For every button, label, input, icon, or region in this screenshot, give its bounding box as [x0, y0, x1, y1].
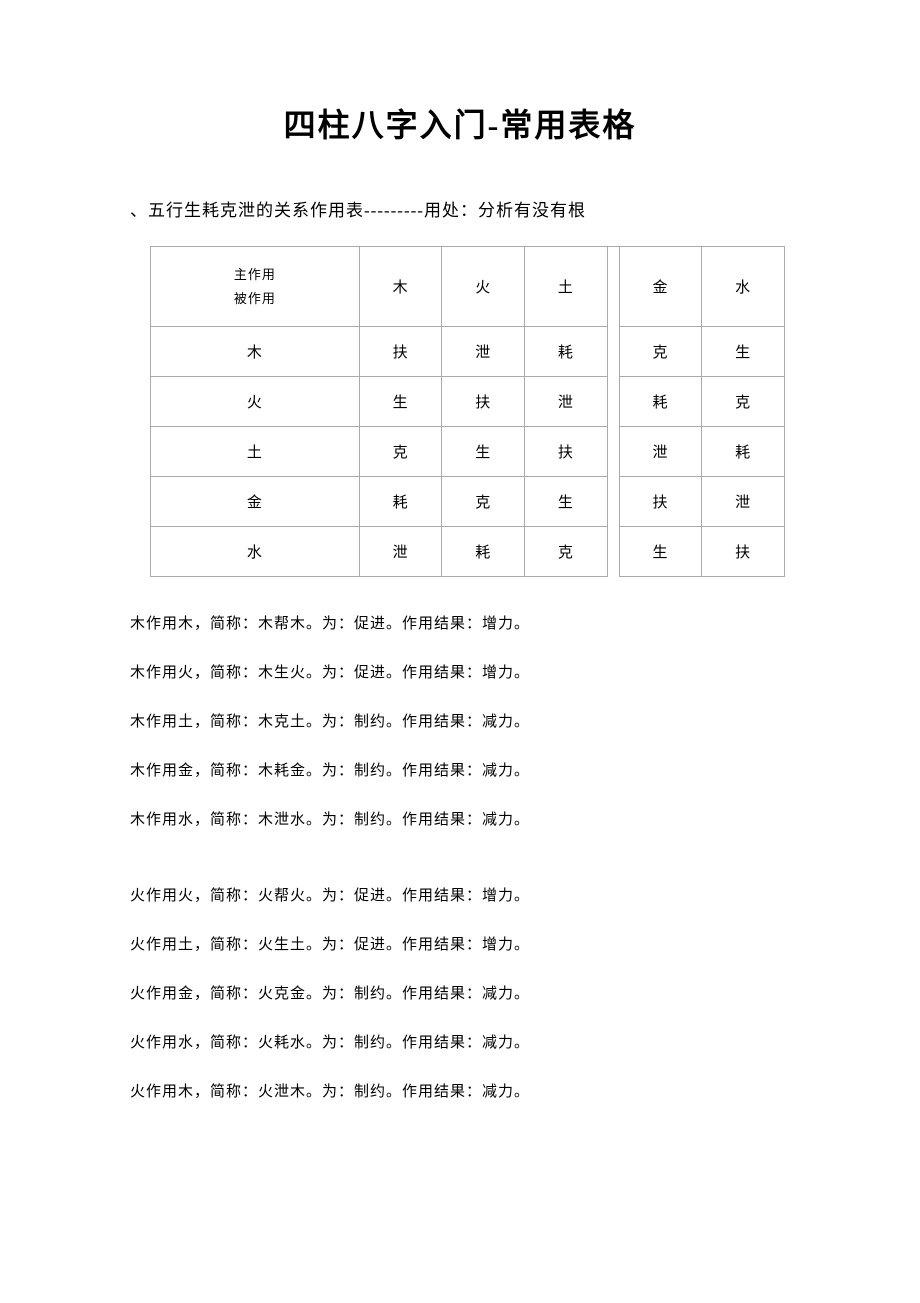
paragraph-block-fire: 火作用火，简称：火帮火。为：促进。作用结果：增力。 火作用土，简称：火生土。为：… [130, 884, 920, 1101]
table-cell: 克 [359, 427, 442, 477]
table-cell: 耗 [702, 427, 785, 477]
gap-cell [607, 327, 619, 377]
paragraph-line: 木作用金，简称：木耗金。为：制约。作用结果：减力。 [130, 759, 920, 780]
table-cell: 克 [619, 327, 702, 377]
table-row: 火 生 扶 泄 耗 克 [151, 377, 785, 427]
table-header-row: 主作用 被作用 木 火 土 金 水 [151, 247, 785, 327]
table-cell: 泄 [619, 427, 702, 477]
table-cell: 耗 [359, 477, 442, 527]
table-cell: 耗 [619, 377, 702, 427]
relations-table: 主作用 被作用 木 火 土 金 水 木 扶 泄 耗 克 生 火 生 扶 泄 耗 … [150, 246, 785, 577]
paragraph-line: 火作用火，简称：火帮火。为：促进。作用结果：增力。 [130, 884, 920, 905]
gap-cell [607, 377, 619, 427]
header-corner-cell: 主作用 被作用 [151, 247, 360, 327]
paragraph-line: 木作用木，简称：木帮木。为：促进。作用结果：增力。 [130, 612, 920, 633]
paragraph-block-wood: 木作用木，简称：木帮木。为：促进。作用结果：增力。 木作用火，简称：木生火。为：… [130, 612, 920, 829]
table-cell: 扶 [525, 427, 608, 477]
paragraph-line: 木作用土，简称：木克土。为：制约。作用结果：减力。 [130, 710, 920, 731]
col-header: 火 [442, 247, 525, 327]
table-cell: 泄 [359, 527, 442, 577]
table-cell: 扶 [359, 327, 442, 377]
table-cell: 生 [619, 527, 702, 577]
paragraph-line: 火作用水，简称：火耗水。为：制约。作用结果：减力。 [130, 1031, 920, 1052]
table-row: 水 泄 耗 克 生 扶 [151, 527, 785, 577]
table-cell: 耗 [442, 527, 525, 577]
col-header: 水 [702, 247, 785, 327]
gap-cell [607, 427, 619, 477]
gap-cell [607, 477, 619, 527]
paragraph-line: 木作用水，简称：木泄水。为：制约。作用结果：减力。 [130, 808, 920, 829]
table-row: 土 克 生 扶 泄 耗 [151, 427, 785, 477]
table-cell: 生 [442, 427, 525, 477]
explanation-paragraphs: 木作用木，简称：木帮木。为：促进。作用结果：增力。 木作用火，简称：木生火。为：… [130, 612, 920, 1101]
table-cell: 生 [525, 477, 608, 527]
table-cell: 泄 [702, 477, 785, 527]
header-line-1: 主作用 [234, 267, 276, 282]
page-title: 四柱八字入门-常用表格 [0, 100, 920, 146]
header-line-2: 被作用 [234, 291, 276, 306]
paragraph-line: 火作用金，简称：火克金。为：制约。作用结果：减力。 [130, 982, 920, 1003]
table-cell: 耗 [525, 327, 608, 377]
gap-cell [607, 247, 619, 327]
col-header: 土 [525, 247, 608, 327]
col-header: 木 [359, 247, 442, 327]
table-cell: 克 [702, 377, 785, 427]
row-label: 木 [151, 327, 360, 377]
table-row: 木 扶 泄 耗 克 生 [151, 327, 785, 377]
table-cell: 生 [359, 377, 442, 427]
col-header: 金 [619, 247, 702, 327]
paragraph-line: 木作用火，简称：木生火。为：促进。作用结果：增力。 [130, 661, 920, 682]
table-cell: 泄 [442, 327, 525, 377]
table-cell: 克 [442, 477, 525, 527]
row-label: 火 [151, 377, 360, 427]
table-cell: 扶 [619, 477, 702, 527]
table-cell: 克 [525, 527, 608, 577]
paragraph-line: 火作用木，简称：火泄木。为：制约。作用结果：减力。 [130, 1080, 920, 1101]
row-label: 水 [151, 527, 360, 577]
row-label: 土 [151, 427, 360, 477]
table-cell: 泄 [525, 377, 608, 427]
paragraph-line: 火作用土，简称：火生土。为：促进。作用结果：增力。 [130, 933, 920, 954]
table-cell: 扶 [702, 527, 785, 577]
subtitle: 、五行生耗克泄的关系作用表---------用处：分析有没有根 [130, 196, 920, 221]
table-cell: 扶 [442, 377, 525, 427]
table-cell: 生 [702, 327, 785, 377]
row-label: 金 [151, 477, 360, 527]
gap-cell [607, 527, 619, 577]
table-row: 金 耗 克 生 扶 泄 [151, 477, 785, 527]
